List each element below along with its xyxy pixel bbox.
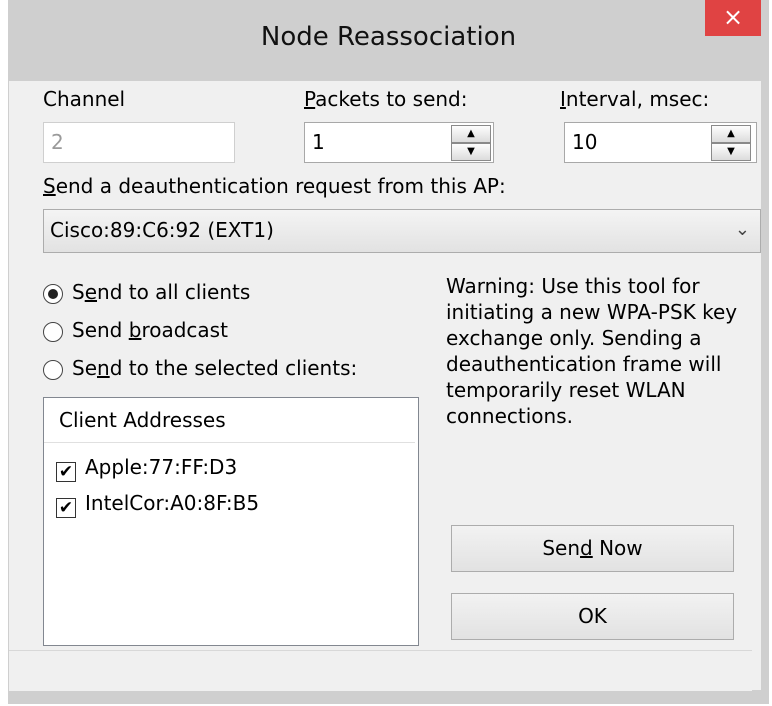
packets-stepper[interactable]: ▲ ▼ <box>451 125 491 161</box>
dialog-body: Channel 2 Packets to send: 1 ▲ ▼ Interva… <box>9 81 761 690</box>
radio-broadcast-pre: Send <box>72 318 129 342</box>
interval-up-icon[interactable]: ▲ <box>711 125 751 143</box>
radio-send-all[interactable] <box>43 284 63 304</box>
radio-selected-post: d to the selected clients: <box>109 356 358 380</box>
ap-select-value: Cisco:89:C6:92 (EXT1) <box>50 218 274 242</box>
packets-label-text: ackets to send: <box>315 87 468 111</box>
radio-broadcast-post: roadcast <box>141 318 228 342</box>
checkbox-icon[interactable]: ✔ <box>56 498 76 518</box>
radio-send-all-label[interactable]: Send to all clients <box>72 280 250 304</box>
radio-send-broadcast-label[interactable]: Send broadcast <box>72 318 228 342</box>
client-list[interactable]: Client Addresses ✔ Apple:77:FF:D3 ✔ IntelC… <box>43 397 419 646</box>
list-item[interactable]: ✔ IntelCor:A0:8F:B5 <box>56 491 259 518</box>
ok-button[interactable]: OK <box>451 593 734 640</box>
checkbox-icon[interactable]: ✔ <box>56 462 76 482</box>
ap-label-text: end a deauthentication request from this… <box>55 174 506 198</box>
interval-label: Interval, msec: <box>560 87 709 111</box>
radio-send-broadcast[interactable] <box>43 322 63 342</box>
send-now-post: Now <box>592 536 643 560</box>
client-address: Apple:77:FF:D3 <box>85 455 238 479</box>
packets-down-icon[interactable]: ▼ <box>451 143 491 161</box>
radio-send-all-accel: e <box>84 280 98 304</box>
interval-stepper[interactable]: ▲ ▼ <box>711 125 751 161</box>
client-address: IntelCor:A0:8F:B5 <box>85 491 260 515</box>
interval-label-text: nterval, msec: <box>565 87 710 111</box>
radio-send-selected[interactable] <box>43 360 63 380</box>
channel-label: Channel <box>43 87 126 111</box>
ap-label-accel: S <box>43 174 56 198</box>
status-bar <box>9 650 752 691</box>
packets-up-icon[interactable]: ▲ <box>451 125 491 143</box>
radio-send-selected-label[interactable]: Send to the selected clients: <box>72 356 357 380</box>
send-now-pre: Sen <box>542 536 581 560</box>
packets-label-accel: P <box>304 87 316 111</box>
channel-field: 2 <box>43 122 235 163</box>
radio-selected-pre: Se <box>72 356 97 380</box>
ap-label: Send a deauthentication request from thi… <box>43 174 506 198</box>
list-item[interactable]: ✔ Apple:77:FF:D3 <box>56 455 237 482</box>
client-list-header[interactable]: Client Addresses <box>44 398 415 443</box>
radio-send-all-pre: S <box>72 280 85 304</box>
packets-label: Packets to send: <box>304 87 468 111</box>
warning-text: Warning: Use this tool for initiating a … <box>446 274 738 428</box>
window-title: Node Reassociation <box>260 22 517 52</box>
radio-send-all-post: nd to all clients <box>97 280 251 304</box>
interval-down-icon[interactable]: ▼ <box>711 143 751 161</box>
send-now-button[interactable]: Send Now <box>451 525 734 572</box>
send-now-accel: d <box>580 536 593 560</box>
radio-broadcast-accel: b <box>128 318 142 342</box>
ap-select[interactable]: Cisco:89:C6:92 (EXT1) ⌄ <box>43 209 761 253</box>
chevron-down-icon[interactable]: ⌄ <box>735 210 750 250</box>
radio-selected-accel: n <box>97 356 110 380</box>
close-icon[interactable]: × <box>705 0 761 36</box>
title-bar[interactable]: Node Reassociation × <box>8 0 769 81</box>
